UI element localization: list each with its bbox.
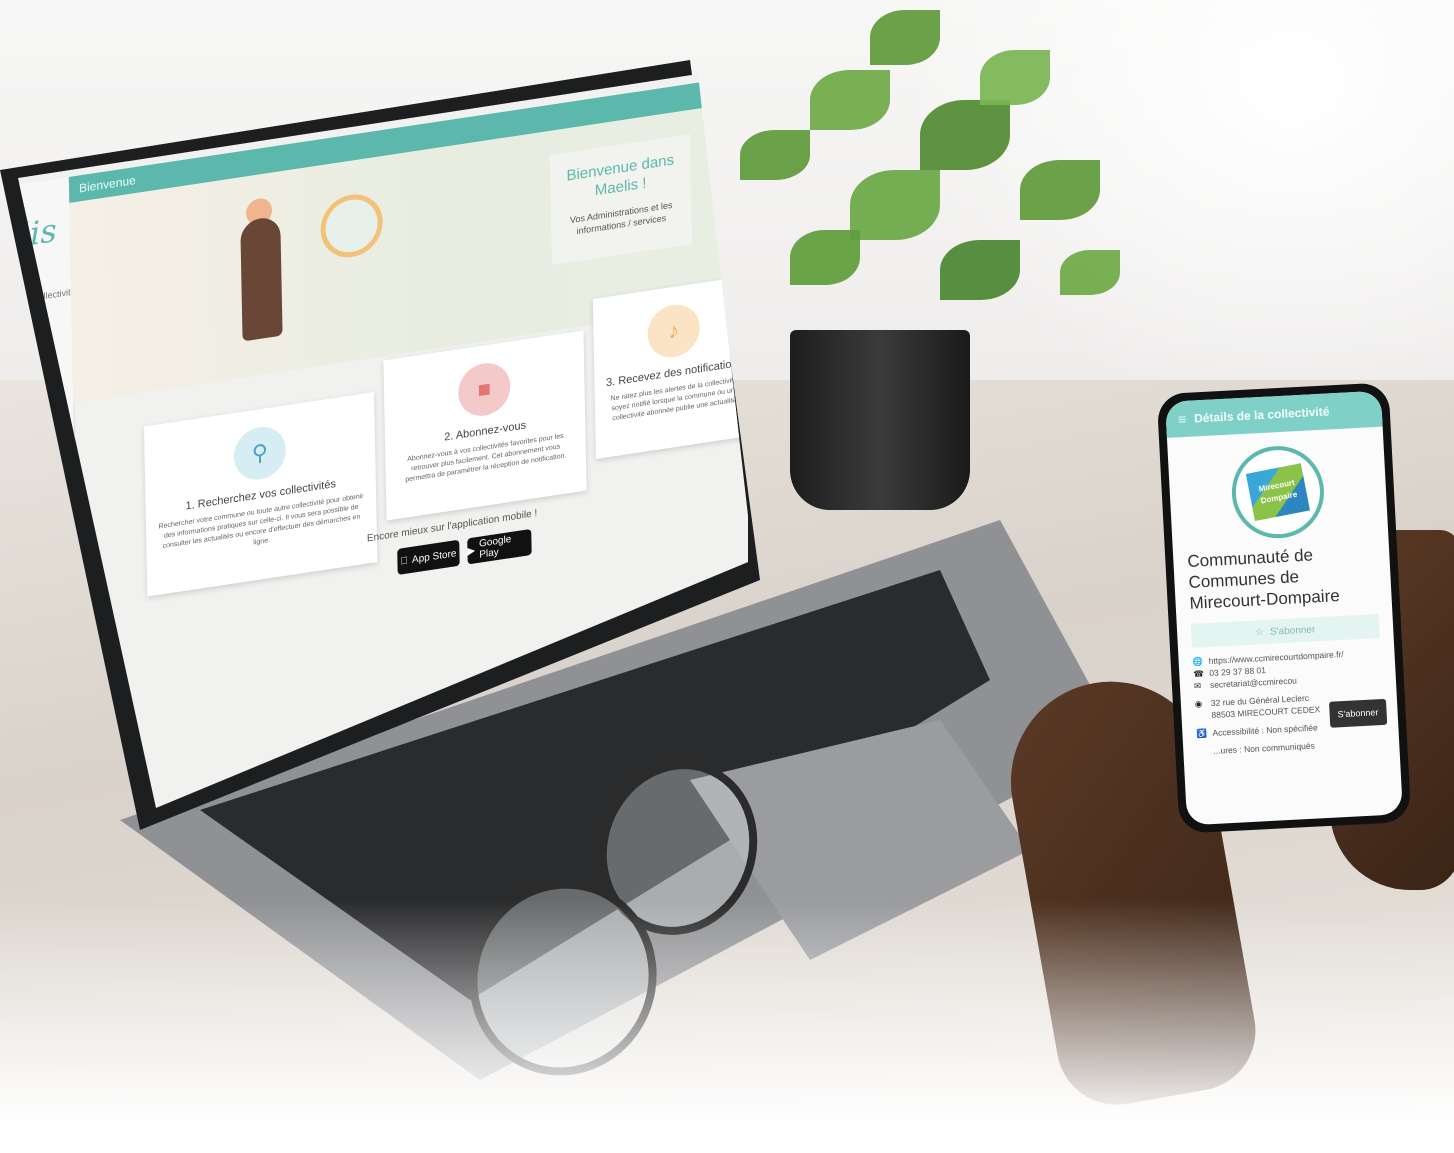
laptop-lid: lis r une collectivité nements ger Maeli… (0, 60, 760, 830)
app-store-button[interactable]:  App Store (397, 539, 460, 575)
collectivity-name: Communauté de Communes de Mirecourt-Domp… (1186, 545, 1341, 613)
mail-icon: ✉ (1193, 680, 1202, 691)
google-play-label: Google Play (478, 533, 512, 561)
subscribe-button[interactable]: ☆ S'abonner (1190, 614, 1380, 648)
bookmark-icon: ■ (457, 359, 511, 420)
subscribe-label: S'abonner (1269, 623, 1316, 638)
phone-header: ≡ Détails de la collectivité (1165, 390, 1383, 438)
star-icon: ☆ (1254, 626, 1265, 639)
login-icon: ⇥ (65, 784, 74, 796)
illustration-person (240, 215, 283, 342)
bell-icon: ♪ (647, 301, 701, 361)
help-icon[interactable]: ? (90, 810, 102, 824)
app-store-label: App Store (408, 548, 457, 566)
search-icon: ⚲ (233, 423, 287, 484)
phone-icon: ☎ (1193, 668, 1205, 679)
phone-screen: ≡ Détails de la collectivité Mirecourt D… (1165, 390, 1403, 826)
card-subscribe: ■ 2. Abonnez-vous Abonnez-vous à vos col… (383, 330, 587, 521)
play-icon: ▶ (467, 544, 476, 557)
login-label: Se connecter (77, 776, 131, 795)
plant-pot (790, 330, 970, 510)
collectivity-logo: Mirecourt Dompaire (1229, 443, 1327, 541)
plant-leaves (700, 10, 1130, 370)
bottom-fade (0, 900, 1454, 1153)
welcome-box: Bienvenue dans Maelis ! Vos Administrati… (549, 134, 692, 265)
hours-text: ...ures : Non communiqués (1213, 740, 1316, 756)
globe-icon: 🌐 (1192, 656, 1204, 667)
accessibility-icon: ♿ (1196, 728, 1208, 739)
smartphone: ≡ Détails de la collectivité Mirecourt D… (1156, 382, 1412, 834)
top-bar-title: Bienvenue (78, 172, 136, 196)
phone-header-title: Détails de la collectivité (1193, 404, 1330, 426)
location-icon: ◉ (1194, 698, 1203, 709)
apple-icon:  (400, 555, 408, 567)
accessibility-text: Accessibilité : Non spécifiée (1212, 722, 1318, 738)
subscribe-tooltip: S'abonner (1328, 698, 1388, 728)
menu-icon[interactable]: ≡ (1178, 411, 1187, 427)
clock-icon (1197, 745, 1208, 758)
photo-scene: lis r une collectivité nements ger Maeli… (0, 0, 1454, 1153)
card-search: ⚲ 1. Recherchez vos collectivités Recher… (144, 392, 378, 597)
collectivity-logo-mark: Mirecourt Dompaire (1245, 463, 1310, 522)
card-notifications: ♪ 3. Recevez des notifications Ne ratez … (592, 275, 753, 459)
google-play-button[interactable]: ▶ Google Play (467, 528, 532, 565)
